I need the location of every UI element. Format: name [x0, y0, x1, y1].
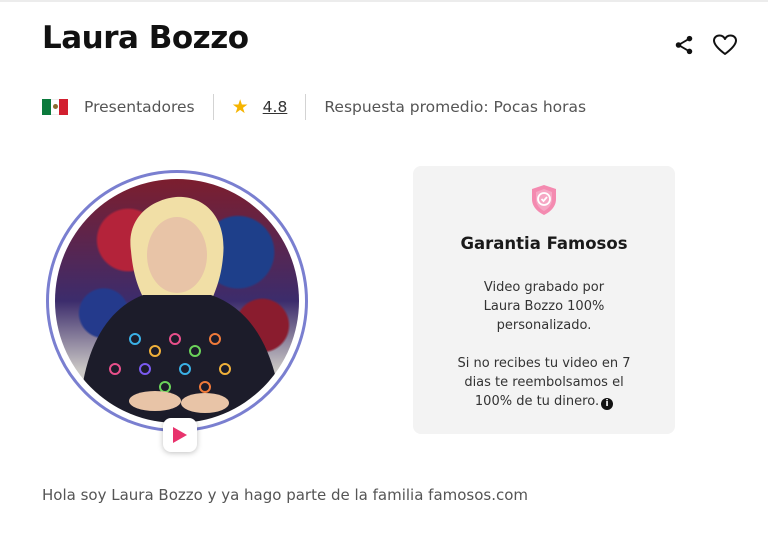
avatar[interactable] [46, 170, 314, 452]
category-label[interactable]: Presentadores [84, 98, 195, 116]
profile-meta-bar: Presentadores ★ 4.8 Respuesta promedio: … [42, 94, 586, 120]
meta-divider [305, 94, 307, 120]
top-divider [0, 0, 768, 2]
mexico-flag-icon [42, 99, 69, 115]
heart-icon[interactable] [713, 34, 737, 56]
guarantee-title: Garantia Famosos [460, 234, 628, 253]
guarantee-video-text: Video grabado por Laura Bozzo 100% perso… [483, 280, 605, 333]
page-title: Laura Bozzo [42, 20, 249, 56]
star-icon: ★ [231, 95, 249, 118]
play-video-button[interactable] [163, 418, 197, 452]
shield-icon [532, 185, 556, 215]
avatar-photo[interactable] [55, 179, 299, 423]
play-icon [173, 427, 187, 443]
meta-divider [212, 94, 214, 120]
guarantee-card: Garantia Famosos Video grabado por Laura… [413, 166, 675, 434]
info-icon[interactable]: i [601, 398, 614, 410]
guarantee-refund-text: Si no recibes tu video en 7 dias te reem… [449, 354, 639, 411]
share-icon[interactable] [673, 34, 695, 56]
bio-text: Hola soy Laura Bozzo y ya hago parte de … [42, 486, 529, 504]
avatar-portrait-illustration [79, 196, 283, 423]
response-time-label: Respuesta promedio: Pocas horas [324, 98, 587, 116]
rating-link[interactable]: 4.8 [263, 98, 288, 116]
